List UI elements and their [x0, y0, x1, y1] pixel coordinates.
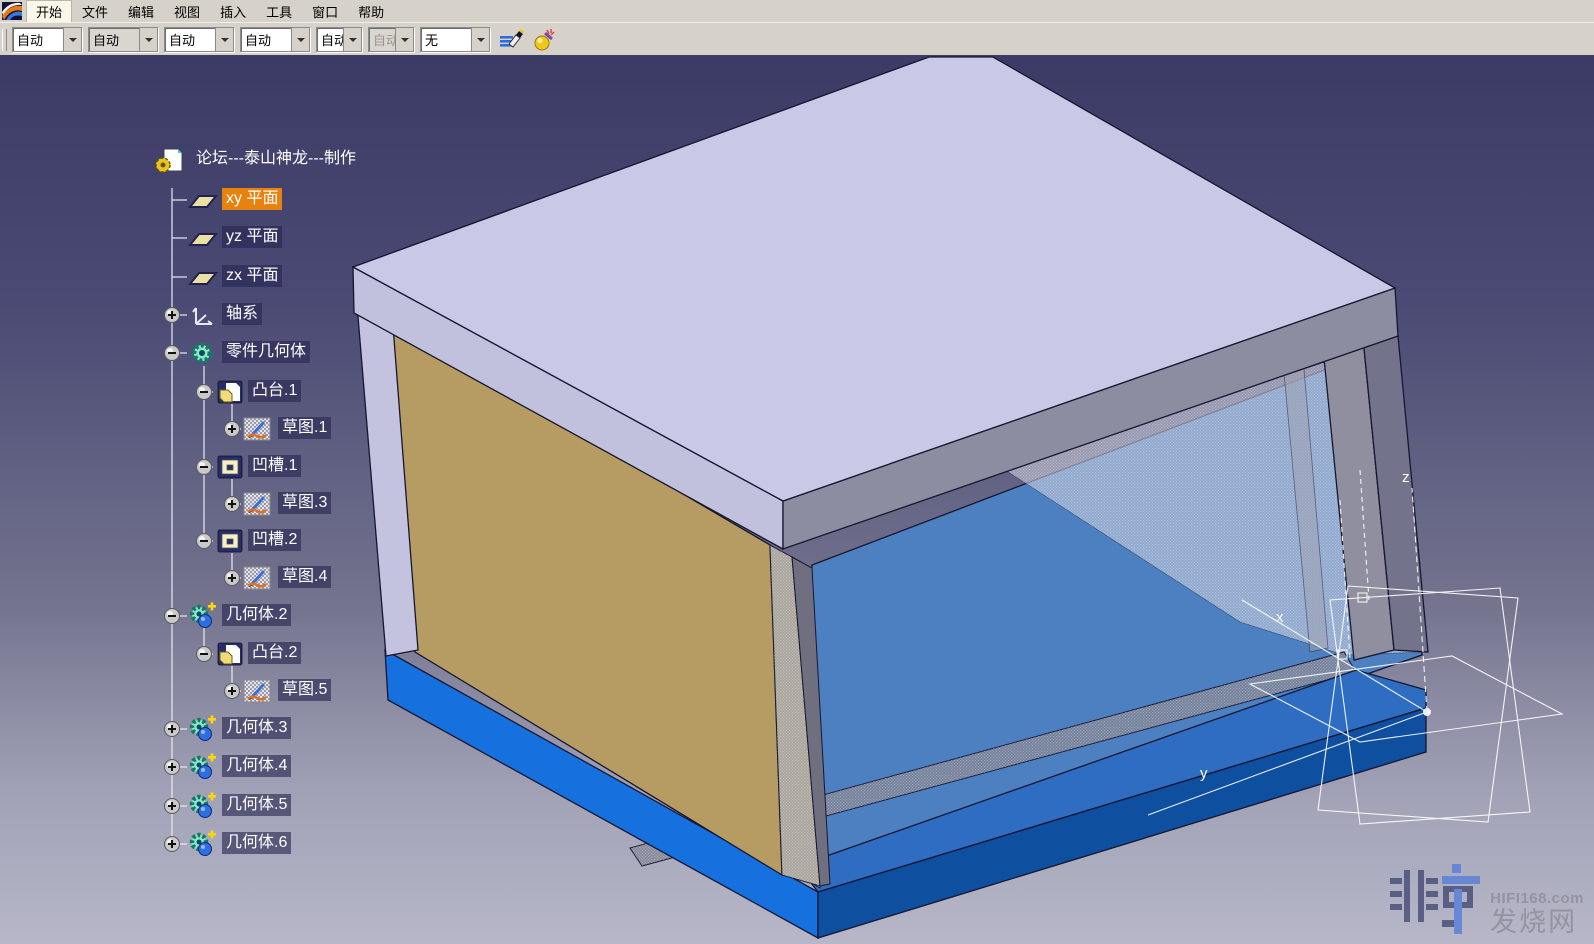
tree-expander-plus[interactable]: [225, 497, 240, 512]
tree-item-.1[interactable]: 草图.1: [278, 417, 331, 439]
menu-item-7[interactable]: 帮助: [348, 0, 394, 23]
tree-expander-minus[interactable]: [197, 385, 212, 400]
tree-item-zx[interactable]: zx 平面: [222, 265, 282, 287]
tree-item-node-0[interactable]: 论坛---泰山神龙---制作: [192, 148, 360, 170]
chevron-down-icon[interactable]: [291, 28, 309, 51]
bodygear-icon[interactable]: [192, 830, 216, 855]
axis-icon[interactable]: [193, 308, 212, 324]
menu-item-3[interactable]: 视图: [164, 0, 210, 23]
tree-expander-plus[interactable]: [165, 760, 180, 775]
pocket-icon[interactable]: [218, 456, 242, 478]
dropdown-value: 自动: [89, 28, 139, 51]
tree-expander-minus[interactable]: [197, 460, 212, 475]
chevron-down-icon[interactable]: [471, 28, 489, 51]
tree-expander-minus[interactable]: [165, 609, 180, 624]
tree-expander-plus[interactable]: [165, 722, 180, 737]
tree-expander-minus[interactable]: [197, 647, 212, 662]
sketch-icon[interactable]: [244, 680, 270, 702]
pad-icon[interactable]: [218, 381, 242, 403]
tree-item-.4[interactable]: 草图.4: [278, 566, 331, 588]
tree-item-.6[interactable]: 几何体.6: [222, 832, 291, 854]
pocket-icon[interactable]: [218, 530, 242, 552]
tree-item-.2[interactable]: 几何体.2: [222, 604, 291, 626]
watermark-logo-icon: [1390, 864, 1482, 936]
menu-item-2[interactable]: 编辑: [118, 0, 164, 23]
tree-item-xy[interactable]: xy 平面: [222, 188, 282, 210]
catia-application-window: 开始文件编辑视图插入工具窗口帮助 自动 自动 自动 自动 自动 自动 无: [0, 0, 1594, 944]
dropdown-value: 无: [421, 28, 471, 51]
tree-item-node-5[interactable]: 零件几何体: [222, 341, 310, 363]
dropdown-value: 自动: [241, 28, 291, 51]
tree-expander-plus[interactable]: [165, 837, 180, 852]
plane-icon[interactable]: [190, 234, 216, 245]
menu-bar: 开始文件编辑视图插入工具窗口帮助: [0, 0, 1594, 22]
tree-expander-plus[interactable]: [225, 571, 240, 586]
bodygear-icon[interactable]: [192, 792, 216, 817]
chevron-down-icon[interactable]: [215, 28, 233, 51]
tree-item-.5[interactable]: 草图.5: [278, 679, 331, 701]
sketch-icon[interactable]: [244, 418, 270, 440]
tree-item-.5[interactable]: 几何体.5: [222, 794, 291, 816]
sketch-icon[interactable]: [244, 567, 270, 589]
gear-icon[interactable]: [194, 345, 210, 361]
toolbar-drag-handle[interactable]: [2, 29, 7, 51]
3d-viewport[interactable]: xyz 论坛---泰山神龙---制作xy 平面yz 平面zx 平面轴系零件几何体…: [0, 55, 1594, 944]
tree-item-.4[interactable]: 几何体.4: [222, 755, 291, 777]
bodygear-icon[interactable]: [192, 753, 216, 778]
pad-icon[interactable]: [218, 643, 242, 665]
paint-analysis-icon[interactable]: [499, 28, 525, 52]
chevron-down-icon[interactable]: [63, 28, 81, 51]
tree-expander-minus[interactable]: [197, 534, 212, 549]
chevron-down-icon[interactable]: [395, 28, 413, 51]
watermark-site-text: HIFI168.com: [1490, 891, 1584, 906]
graphic-properties-dropdown-5[interactable]: 自动: [368, 27, 414, 52]
dropdown-value: 自动: [13, 28, 63, 51]
plane-icon[interactable]: [190, 273, 216, 284]
tree-expander-plus[interactable]: [225, 422, 240, 437]
lighting-wand-icon[interactable]: [531, 28, 557, 52]
tree-expander-plus[interactable]: [165, 799, 180, 814]
dropdown-value: 自动: [369, 28, 395, 51]
tree-item-node-4[interactable]: 轴系: [222, 303, 262, 325]
menu-item-1[interactable]: 文件: [72, 0, 118, 23]
tree-expander-plus[interactable]: [165, 308, 180, 323]
bodygear-icon[interactable]: [192, 602, 216, 627]
bodygear-icon[interactable]: [192, 715, 216, 740]
dropdown-value: 自动: [317, 28, 343, 51]
tree-expander-plus[interactable]: [225, 684, 240, 699]
tree-expander-minus[interactable]: [165, 346, 180, 361]
graphic-properties-dropdown-0[interactable]: 自动: [12, 27, 82, 52]
docgear-icon[interactable]: [156, 149, 182, 172]
tree-item-.2[interactable]: 凸台.2: [248, 642, 301, 664]
chevron-down-icon[interactable]: [139, 28, 157, 51]
chevron-down-icon[interactable]: [343, 28, 361, 51]
watermark-name-text: 发烧网: [1490, 909, 1584, 936]
graphic-properties-dropdown-1[interactable]: 自动: [88, 27, 158, 52]
menu-item-5[interactable]: 工具: [256, 0, 302, 23]
tree-item-.3[interactable]: 几何体.3: [222, 717, 291, 739]
graphic-properties-dropdown-3[interactable]: 自动: [240, 27, 310, 52]
menu-item-start[interactable]: 开始: [26, 0, 72, 23]
tree-item-yz[interactable]: yz 平面: [222, 226, 282, 248]
tree-item-.2[interactable]: 凹槽.2: [248, 529, 301, 551]
plane-icon[interactable]: [190, 196, 216, 207]
watermark: HIFI168.com 发烧网: [1390, 864, 1584, 936]
sketch-icon[interactable]: [244, 493, 270, 515]
tree-item-.3[interactable]: 草图.3: [278, 492, 331, 514]
graphic-properties-dropdown-2[interactable]: 自动: [164, 27, 234, 52]
dropdown-value: 自动: [165, 28, 215, 51]
tree-item-.1[interactable]: 凸台.1: [248, 380, 301, 402]
graphic-properties-dropdown-4[interactable]: 自动: [316, 27, 362, 52]
graphic-properties-dropdown-6[interactable]: 无: [420, 27, 490, 52]
menu-item-4[interactable]: 插入: [210, 0, 256, 23]
app-logo-icon: [2, 2, 22, 20]
graphic-properties-toolbar: 自动 自动 自动 自动 自动 自动 无: [0, 22, 1594, 57]
menu-item-6[interactable]: 窗口: [302, 0, 348, 23]
tree-item-.1[interactable]: 凹槽.1: [248, 455, 301, 477]
